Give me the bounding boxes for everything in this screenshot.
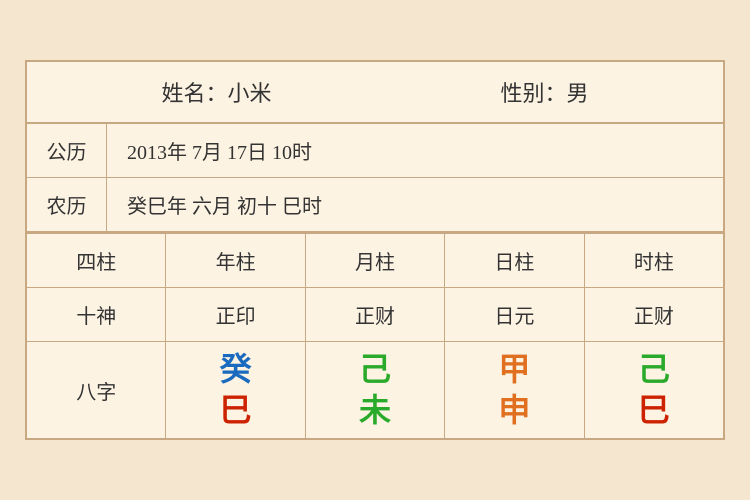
table-section: 四柱 年柱 月柱 日柱 时柱 十神 正印 正财 日元 正财 八字 癸 巳 己 未 (27, 232, 723, 438)
bazhi-cell-0: 癸 巳 (166, 342, 305, 438)
bazhi-cell-2: 甲 申 (445, 342, 584, 438)
header-row: 姓名：小米 性别：男 (27, 62, 723, 124)
bazhi-1-bottom: 未 (359, 393, 391, 428)
bazhi-1-top: 己 (359, 352, 391, 387)
shishen-3: 正财 (585, 288, 723, 341)
gregorian-value: 2013年 7月 17日 10时 (107, 124, 723, 177)
gender-label: 性别：男 (500, 76, 588, 108)
gregorian-row: 公历 2013年 7月 17日 10时 (27, 124, 723, 178)
shishen-1: 正财 (306, 288, 445, 341)
bazhi-cell-1: 己 未 (306, 342, 445, 438)
lunar-row: 农历 癸巳年 六月 初十 巳时 (27, 178, 723, 232)
shishen-0: 正印 (166, 288, 305, 341)
shishen-row: 十神 正印 正财 日元 正财 (27, 288, 723, 342)
bazhi-0-bottom: 巳 (220, 393, 252, 428)
bazhi-label: 八字 (27, 342, 166, 438)
bazhi-cell-3: 己 巳 (585, 342, 723, 438)
bazhi-2-bottom: 申 (498, 393, 530, 428)
bazhi-row: 八字 癸 巳 己 未 甲 申 己 巳 (27, 342, 723, 438)
shishen-label: 十神 (27, 288, 166, 341)
lunar-label: 农历 (27, 178, 107, 231)
shizhu-label: 时柱 (585, 234, 723, 287)
lunar-value: 癸巳年 六月 初十 巳时 (107, 178, 723, 231)
sizhu-row: 四柱 年柱 月柱 日柱 时柱 (27, 234, 723, 288)
shishen-2: 日元 (445, 288, 584, 341)
gregorian-label: 公历 (27, 124, 107, 177)
nianzhu-label: 年柱 (166, 234, 305, 287)
bazhi-3-bottom: 巳 (638, 393, 670, 428)
bazhi-3-top: 己 (638, 352, 670, 387)
name-label: 姓名：小米 (161, 76, 271, 108)
bazhi-0-top: 癸 (220, 352, 252, 387)
sizhu-label: 四柱 (27, 234, 166, 287)
rizhu-label: 日柱 (445, 234, 584, 287)
main-container: 姓名：小米 性别：男 公历 2013年 7月 17日 10时 农历 癸巳年 六月… (25, 60, 725, 440)
bazhi-2-top: 甲 (498, 352, 530, 387)
yuezhu-label: 月柱 (306, 234, 445, 287)
